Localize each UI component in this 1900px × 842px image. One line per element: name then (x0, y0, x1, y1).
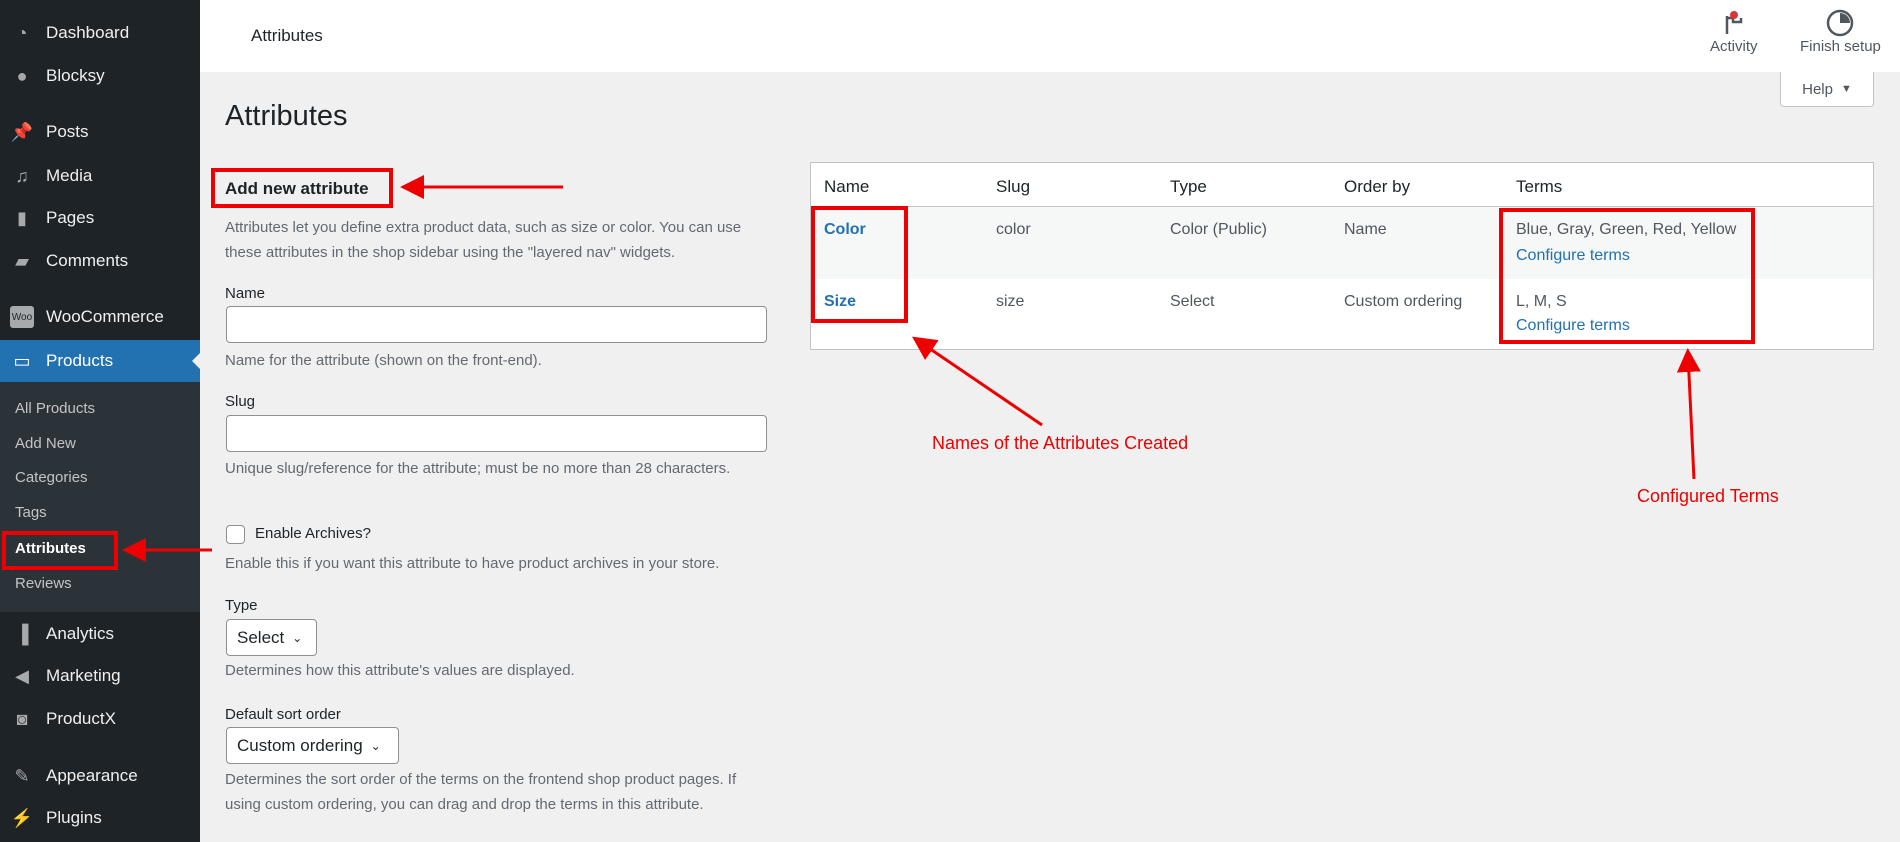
highlight-box (2, 531, 118, 570)
highlight-box (811, 206, 908, 323)
arrow (912, 336, 1043, 427)
highlight-box (211, 168, 393, 208)
annotation-overlay (2, 168, 1755, 570)
highlight-box (1499, 208, 1755, 344)
arrow (1676, 348, 1701, 480)
